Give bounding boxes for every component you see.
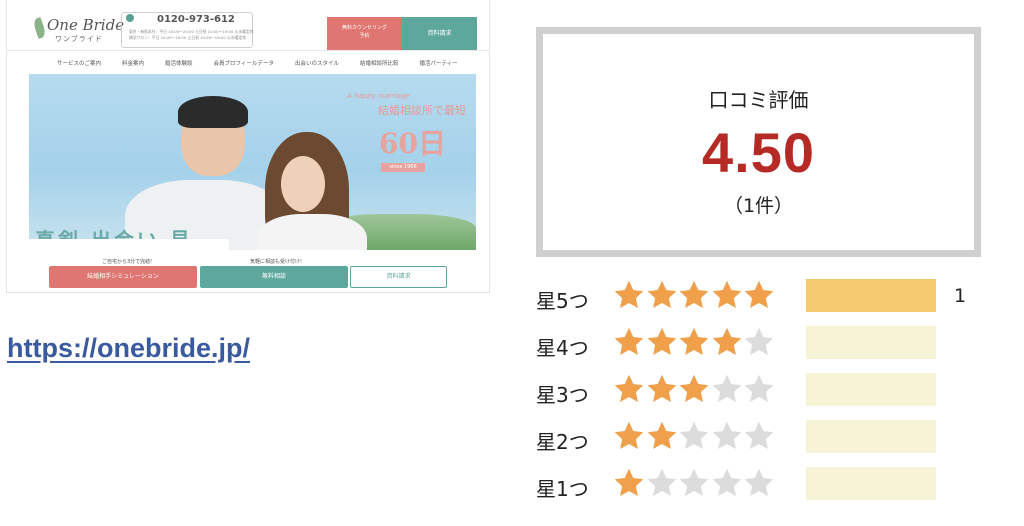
rating-row-label: 星2つ — [536, 430, 589, 454]
thumb-nav-item: 婚活パーティー — [419, 61, 458, 67]
star-empty-icon — [712, 468, 742, 496]
star-empty-icon — [712, 421, 742, 449]
rating-bar-fill — [806, 279, 936, 312]
thumb-header: One Bride ワンブライド 0120-973-612 東京・新宿本社：平日… — [7, 0, 489, 50]
hero-number: 60日 — [379, 127, 446, 160]
star-empty-icon — [745, 327, 774, 355]
rating-row: 星3つ — [536, 373, 996, 409]
thumb-nav-item: 婚活体験談 — [165, 61, 193, 67]
star-filled-icon — [679, 280, 709, 308]
rating-row: 星2つ — [536, 420, 996, 456]
thumb-nav-item: 出会いのスタイル — [294, 61, 339, 67]
rating-bar-track — [806, 373, 936, 406]
rating-bar-track — [806, 326, 936, 359]
thumb-nav: サービスのご案内 料金案内 婚活体験談 会員プロフィールデータ 出会いのスタイル… — [7, 50, 489, 75]
rating-row-count: 1 — [954, 285, 967, 307]
rating-count: （1件） — [723, 195, 794, 217]
star-filled-icon — [614, 468, 644, 496]
rating-row-label: 星3つ — [536, 383, 589, 407]
star-filled-icon — [712, 327, 742, 355]
rating-row: 星5つ 1 — [536, 279, 996, 315]
rating-bar-track — [806, 279, 936, 312]
rating-row-label: 星4つ — [536, 336, 589, 360]
star-group — [613, 279, 776, 311]
thumb-counsel-button: 無料カウンセリング 予約 — [327, 17, 402, 50]
rating-bar-track — [806, 467, 936, 500]
thumb-consult-button: 無料相談 — [200, 266, 348, 288]
star-group — [613, 373, 776, 405]
star-filled-icon — [647, 280, 676, 308]
star-filled-icon — [647, 374, 676, 402]
thumb-nav-item: 結婚相談所比較 — [359, 61, 399, 67]
rating-summary-box: 口コミ評価 4.50 （1件） — [536, 27, 981, 257]
star-filled-icon — [647, 421, 676, 449]
thumb-request-button-2: 資料請求 — [350, 266, 447, 288]
star-group — [613, 420, 776, 452]
star-filled-icon — [614, 421, 644, 449]
thumb-sub-left: ご自宅から3分で完結! — [102, 259, 153, 265]
star-empty-icon — [679, 468, 709, 496]
star-group — [613, 326, 776, 358]
leaf-logo-icon — [31, 17, 48, 39]
star-empty-icon — [745, 468, 774, 496]
thumb-simulation-button: 結婚相手シミュレーション — [49, 266, 197, 288]
thumb-request-button: 資料請求 — [402, 17, 477, 50]
rating-label: 口コミ評価 — [708, 88, 809, 112]
hero-script: A happy marriage — [347, 92, 410, 100]
thumb-hero-photo: A happy marriage 結婚相談所で最短 60日 since 1966… — [29, 74, 476, 250]
star-filled-icon — [647, 327, 676, 355]
thumb-nav-item: 料金案内 — [122, 61, 145, 67]
hero-since: since 1966 — [381, 163, 425, 172]
thumb-phone: 0120-973-612 — [157, 14, 235, 25]
site-screenshot[interactable]: One Bride ワンブライド 0120-973-612 東京・新宿本社：平日… — [7, 0, 489, 292]
star-filled-icon — [745, 280, 774, 308]
star-filled-icon — [712, 280, 742, 308]
star-filled-icon — [614, 280, 644, 308]
thumb-logo: One Bride — [47, 16, 125, 34]
site-url-link[interactable]: https://onebride.jp/ — [7, 333, 250, 364]
star-empty-icon — [679, 421, 709, 449]
rating-row-label: 星1つ — [536, 477, 589, 501]
star-filled-icon — [679, 374, 709, 402]
star-empty-icon — [647, 468, 676, 496]
star-group — [613, 467, 776, 499]
star-empty-icon — [745, 421, 774, 449]
thumb-nav-item: 会員プロフィールデータ — [213, 61, 274, 67]
thumb-sub-right: 気軽に相談も受け付け! — [250, 259, 303, 265]
thumb-hours: 東京・新宿本社：平日 10:00〜20:00 土日祝 10:00〜19:00 火… — [129, 29, 254, 40]
thumb-logo-sub: ワンブライド — [55, 35, 103, 43]
star-filled-icon — [614, 327, 644, 355]
rating-row: 星4つ — [536, 326, 996, 362]
star-empty-icon — [745, 374, 774, 402]
rating-score: 4.50 — [702, 121, 815, 184]
hero-tagline: 結婚相談所で最短 — [378, 104, 466, 117]
rating-row: 星1つ — [536, 467, 996, 503]
phone-icon — [126, 14, 134, 22]
star-empty-icon — [712, 374, 742, 402]
star-filled-icon — [614, 374, 644, 402]
thumb-nav-item: サービスのご案内 — [57, 61, 102, 67]
rating-bar-track — [806, 420, 936, 453]
rating-row-label: 星5つ — [536, 289, 589, 313]
star-filled-icon — [679, 327, 709, 355]
